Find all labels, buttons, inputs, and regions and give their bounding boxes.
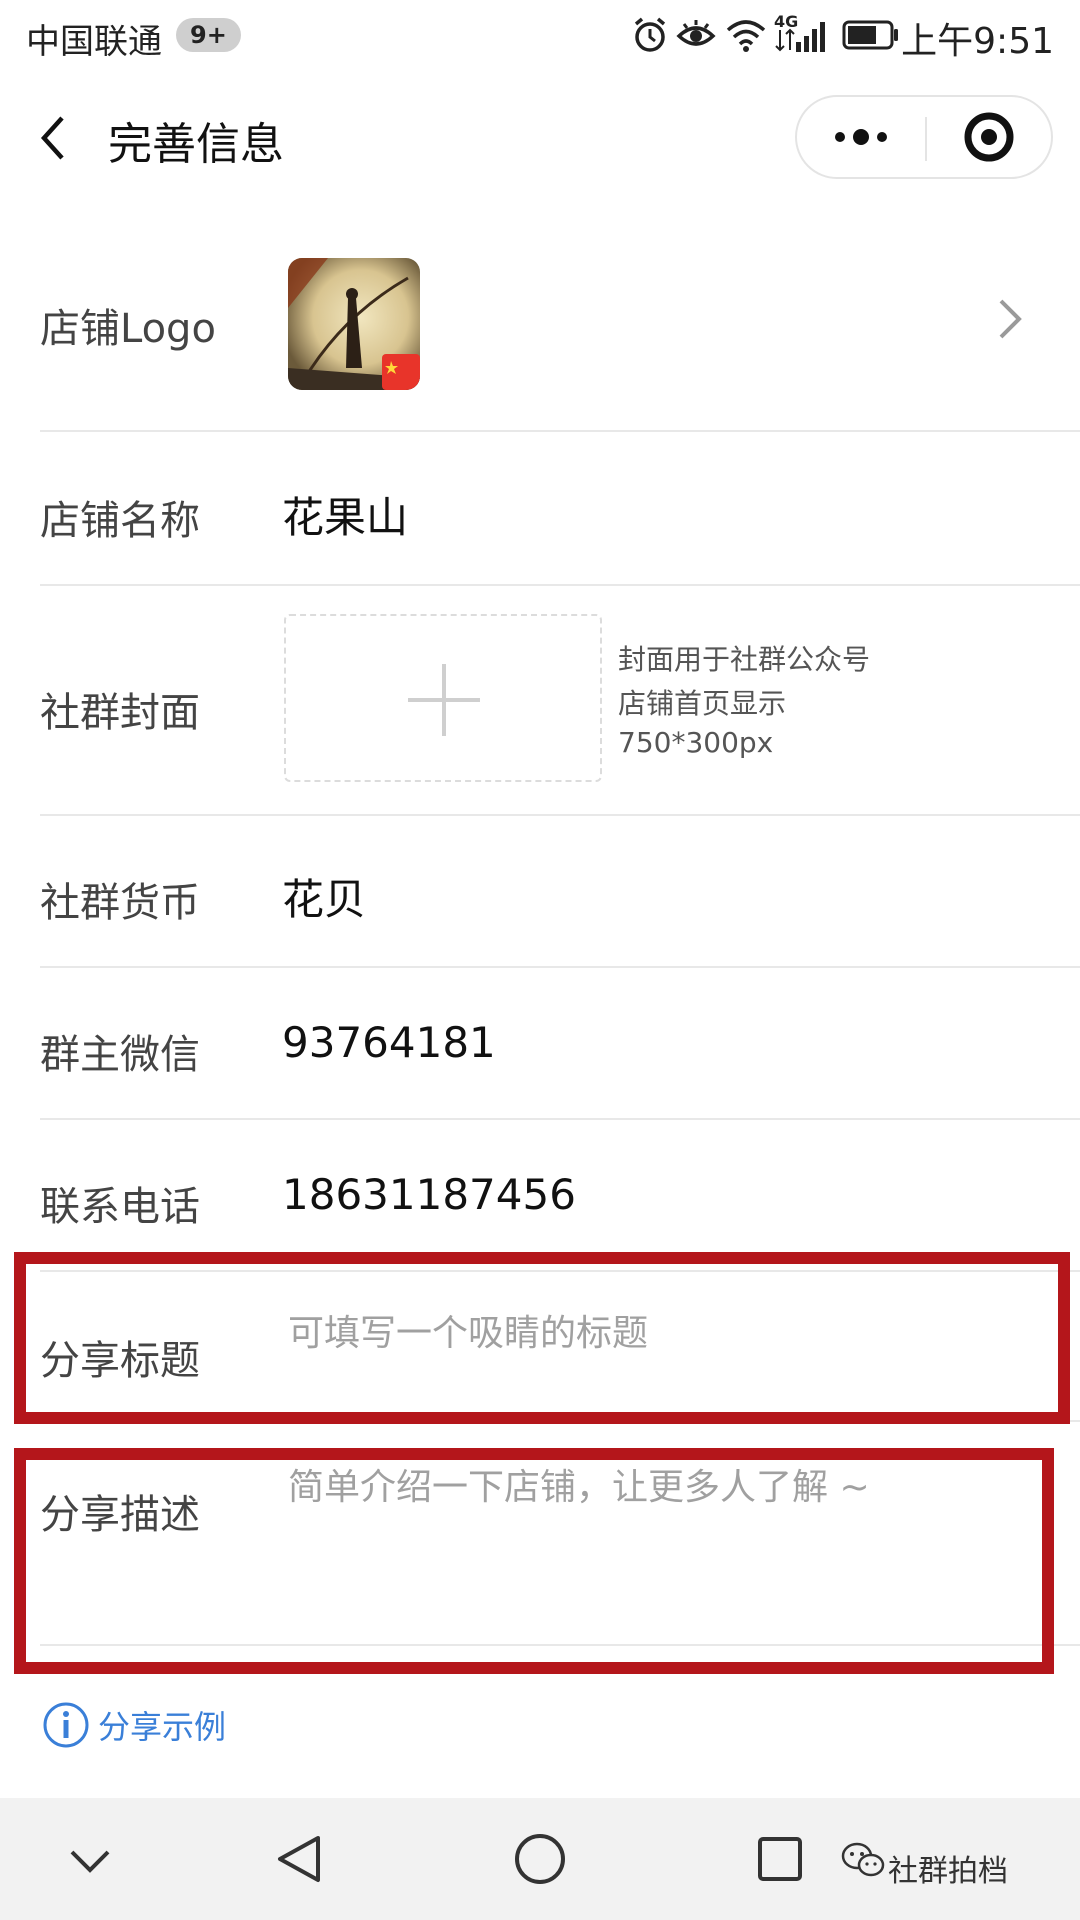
back-arrow-icon[interactable] [30,108,80,168]
watermark: 社群拍档 [888,1854,1008,1889]
divider [40,430,1080,432]
chevron-right-icon[interactable] [995,295,1025,343]
notification-badge: 9+ [176,18,241,52]
battery-icon [842,20,898,50]
nav-home-icon[interactable] [480,1798,600,1920]
signal-icon: 4G [774,12,830,56]
phone-input[interactable]: 18631187456 [282,1170,576,1219]
wechat-icon [841,1842,885,1877]
wechat-input[interactable]: 93764181 [282,1018,496,1067]
divider [40,584,1080,586]
flag-icon [382,354,420,390]
divider [40,1118,1080,1120]
highlight-box-share-title [14,1252,1070,1424]
cover-hint-line-2: 店铺首页显示 [618,687,787,720]
target-close-icon[interactable] [927,97,1051,177]
highlight-box-share-desc [14,1448,1054,1674]
currency-input[interactable]: 花贝 [282,866,366,927]
mini-program-capsule [795,95,1053,179]
store-logo-image[interactable] [288,258,420,390]
clock-icon [634,17,666,52]
nav-down-icon[interactable] [30,1798,150,1920]
cover-upload-button[interactable] [284,614,602,782]
plus-icon [408,664,480,736]
status-time: 上午9:51 [901,21,1054,62]
cover-label: 社群封面 [40,690,200,736]
share-example-link[interactable]: 分享示例 [98,1702,226,1748]
nav-recent-icon[interactable] [720,1798,840,1920]
wifi-icon [726,20,766,52]
more-dots-icon[interactable] [797,97,925,177]
logo-label: 店铺Logo [40,306,216,352]
store-name-input[interactable]: 花果山 [282,484,408,545]
status-bar: 中国联通 9+ 4G 上午9:51 [0,0,1080,72]
divider [40,966,1080,968]
cover-hint-line-1: 封面用于社群公众号 [618,643,871,676]
store-name-label: 店铺名称 [40,498,200,544]
nav-back-icon[interactable] [240,1798,360,1920]
eye-icon [676,20,716,46]
divider [40,814,1080,816]
wechat-label: 群主微信 [40,1032,200,1078]
carrier-name: 中国联通 [26,22,162,62]
currency-label: 社群货币 [40,880,200,926]
cover-hint-line-3: 750*300px [618,726,774,759]
info-icon[interactable] [42,1700,90,1750]
phone-label: 联系电话 [40,1184,200,1230]
page-title: 完善信息 [108,119,284,170]
